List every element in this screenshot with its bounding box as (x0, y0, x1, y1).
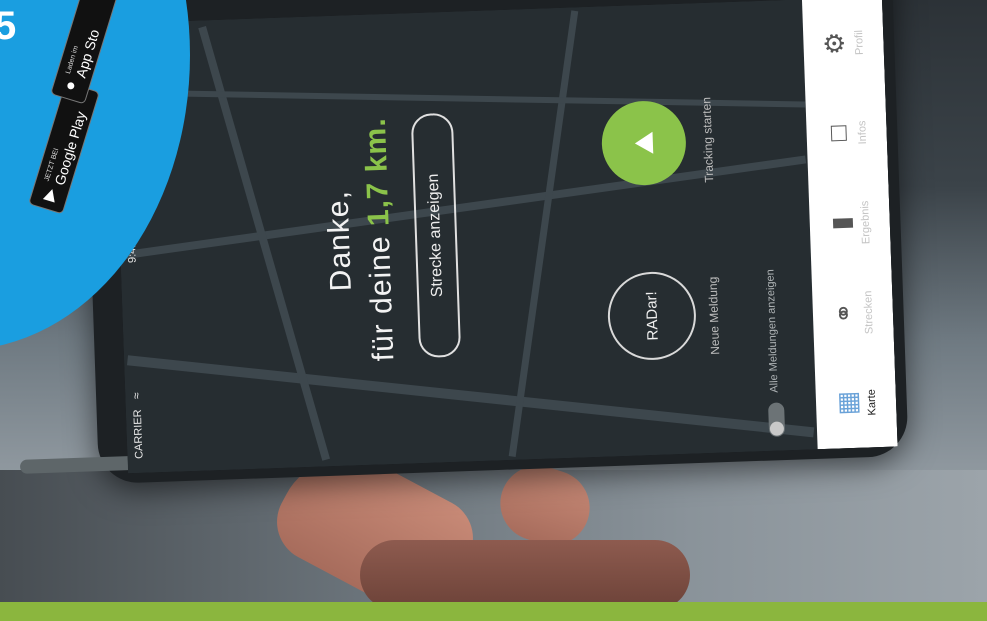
gear-icon: ⚙ (819, 31, 850, 56)
wifi-icon: ≈ (129, 392, 144, 400)
promo-headline: 5 (0, 4, 17, 48)
carrier-label: CARRIER (131, 409, 146, 460)
book-icon: □ (822, 124, 853, 142)
thanks-prefix: für deine (362, 225, 401, 362)
background-photo: CARRIER ≈ 9:41 Danke, für deine 1,7 km. … (0, 0, 987, 621)
footer-green-bar (0, 602, 987, 621)
tab-label: Ergebnis (859, 200, 873, 245)
apple-icon: ● (61, 78, 81, 93)
show-route-button[interactable]: Strecke anzeigen (410, 112, 462, 359)
tab-infos[interactable]: □ Infos (805, 87, 888, 180)
tab-label: Infos (856, 120, 870, 145)
tab-strecken[interactable]: ⚭ Strecken (811, 267, 894, 360)
tab-ergebnis[interactable]: ▮ Ergebnis (808, 177, 891, 270)
tab-label: Strecken (862, 290, 876, 335)
bicycle-icon: ⚭ (828, 301, 860, 325)
distance-value: 1,7 km. (358, 116, 396, 227)
show-all-reports-toggle[interactable] (768, 402, 786, 437)
google-play-icon: ▶ (40, 186, 61, 204)
tab-karte[interactable]: ▦ Karte (815, 356, 898, 449)
tab-bar: ▦ Karte ⚭ Strecken ▮ Ergebnis □ Infos ⚙ (801, 0, 898, 450)
map-icon: ▦ (831, 390, 863, 416)
thanks-message: Danke, für deine 1,7 km. (312, 14, 408, 467)
tab-label: Karte (865, 388, 879, 416)
tab-label: Profil (853, 29, 866, 56)
phone-screen: CARRIER ≈ 9:41 Danke, für deine 1,7 km. … (112, 0, 898, 474)
bar-chart-icon: ▮ (825, 215, 857, 231)
play-icon (634, 131, 654, 155)
phone-screen-wrap: CARRIER ≈ 9:41 Danke, für deine 1,7 km. … (112, 0, 898, 474)
hand-palm (360, 540, 690, 610)
tab-profil[interactable]: ⚙ Profil (802, 0, 885, 89)
show-all-reports-label: Alle Meldungen anzeigen (764, 269, 781, 393)
